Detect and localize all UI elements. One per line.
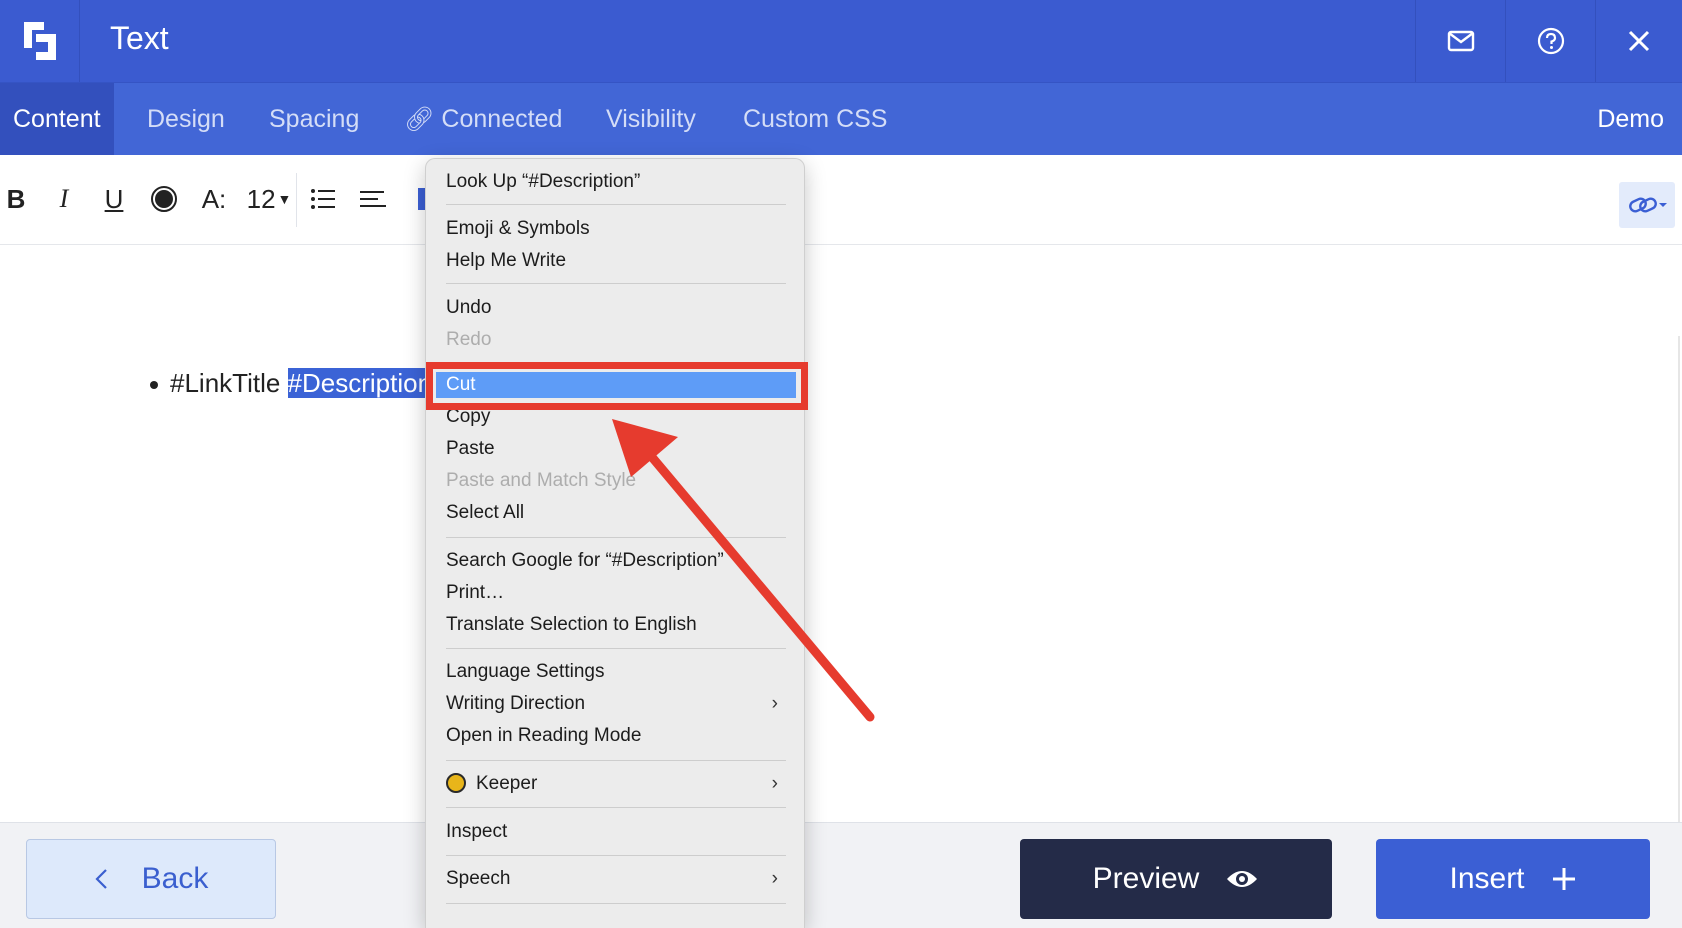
menu-separator: [446, 648, 786, 649]
tab-visibility[interactable]: Visibility: [606, 83, 696, 155]
toolbar-divider: [296, 173, 297, 227]
preview-button[interactable]: Preview: [1020, 839, 1332, 919]
menu-item-language-settings[interactable]: Language Settings: [446, 659, 786, 685]
menu-item-keeper[interactable]: Keeper ›: [446, 771, 786, 797]
align-left-button[interactable]: [358, 177, 388, 221]
menu-item-writing-direction[interactable]: Writing Direction ›: [446, 691, 786, 717]
menu-item-speech[interactable]: Speech ›: [446, 866, 786, 892]
menu-item-search-google[interactable]: Search Google for “#Description”: [446, 548, 786, 574]
italic-button[interactable]: I: [50, 177, 78, 221]
menu-separator: [446, 903, 786, 904]
link-title-token: #LinkTitle: [170, 368, 288, 398]
eye-icon: [1227, 871, 1258, 887]
chevron-right-icon: ›: [771, 868, 778, 889]
link-icon: 🔗︎: [404, 106, 435, 133]
help-button[interactable]: [1505, 0, 1595, 82]
formatting-toolbar: B I U A: 12 ▼: [0, 155, 1682, 245]
preview-label: Preview: [1092, 862, 1200, 895]
text-editor-area[interactable]: #LinkTitle #Description: [0, 246, 1682, 822]
tab-design[interactable]: Design: [147, 83, 225, 155]
menu-separator: [446, 855, 786, 856]
link-dropdown-button[interactable]: [1619, 182, 1675, 228]
font-size-icon[interactable]: A:: [198, 177, 230, 221]
back-button[interactable]: Back: [26, 839, 276, 919]
menu-separator: [446, 204, 786, 205]
chevron-down-icon: ▼: [277, 191, 292, 207]
mail-icon: [1447, 30, 1474, 52]
menu-separator: [446, 283, 786, 284]
tab-connected[interactable]: 🔗︎ Connected: [404, 83, 562, 155]
align-left-icon: [360, 191, 386, 207]
bullet-dot: [150, 381, 158, 390]
tab-spacing[interactable]: Spacing: [269, 83, 359, 155]
bold-button[interactable]: B: [4, 177, 28, 221]
editor-edge: [1678, 336, 1680, 822]
header-bar: Text: [0, 0, 1682, 82]
app-logo: [0, 0, 80, 82]
menu-item-label: Writing Direction: [446, 693, 586, 714]
menu-item-redo: Redo: [446, 329, 492, 350]
annotation-highlight-box: [426, 362, 808, 410]
link-icon: [1629, 197, 1667, 213]
menu-item-select-all[interactable]: Select All: [446, 500, 786, 526]
menu-item-inspect[interactable]: Inspect: [446, 819, 786, 845]
menu-separator: [446, 760, 786, 761]
chevron-left-icon: [95, 869, 107, 889]
close-icon: [1628, 30, 1650, 52]
font-size-value: 12: [246, 183, 276, 214]
font-size-select[interactable]: 12 ▼: [246, 177, 292, 221]
menu-item-paste[interactable]: Paste: [446, 436, 786, 462]
menu-item-label: Speech: [446, 868, 511, 889]
menu-item-reading-mode[interactable]: Open in Reading Mode: [446, 723, 786, 749]
close-button[interactable]: [1595, 0, 1682, 82]
chevron-right-icon: ›: [771, 693, 778, 714]
bullet-list-button[interactable]: [308, 177, 338, 221]
menu-item-help-me-write[interactable]: Help Me Write: [446, 248, 786, 274]
back-label: Back: [141, 862, 209, 895]
menu-item-look-up[interactable]: Look Up “#Description”: [446, 169, 786, 195]
menu-item-emoji-symbols[interactable]: Emoji & Symbols: [446, 216, 786, 242]
bullet-list-icon: [311, 189, 335, 209]
tab-custom-css[interactable]: Custom CSS: [743, 83, 887, 155]
selected-text[interactable]: #Description: [287, 368, 433, 398]
panel-title: Text: [110, 20, 169, 56]
mail-button[interactable]: [1415, 0, 1505, 82]
chevron-right-icon: ›: [771, 773, 778, 794]
menu-separator: [446, 537, 786, 538]
menu-separator: [446, 807, 786, 808]
menu-item-undo[interactable]: Undo: [446, 295, 786, 321]
menu-item-print[interactable]: Print…: [446, 580, 786, 606]
app-logo-icon: [23, 22, 56, 60]
footer-bar: Back Preview Insert: [0, 822, 1682, 928]
tab-bar: Content Design Spacing 🔗︎ Connected Visi…: [0, 82, 1682, 155]
tab-content[interactable]: Content: [0, 83, 114, 155]
insert-button[interactable]: Insert: [1376, 839, 1650, 919]
keeper-icon: [446, 773, 466, 793]
plus-icon: [1552, 868, 1575, 890]
menu-item-paste-match-style: Paste and Match Style: [446, 470, 637, 491]
demo-link[interactable]: Demo: [1597, 83, 1664, 155]
text-color-button[interactable]: [149, 177, 179, 221]
menu-item-translate[interactable]: Translate Selection to English: [446, 612, 786, 638]
tab-connected-label: Connected: [441, 105, 563, 133]
insert-label: Insert: [1449, 862, 1525, 895]
underline-button[interactable]: U: [100, 177, 128, 221]
list-item[interactable]: #LinkTitle #Description: [150, 368, 433, 399]
help-icon: [1537, 27, 1564, 55]
menu-item-label: Keeper: [476, 773, 538, 794]
color-circle-icon: [151, 186, 177, 212]
context-menu: Look Up “#Description” Emoji & Symbols H…: [425, 158, 805, 928]
